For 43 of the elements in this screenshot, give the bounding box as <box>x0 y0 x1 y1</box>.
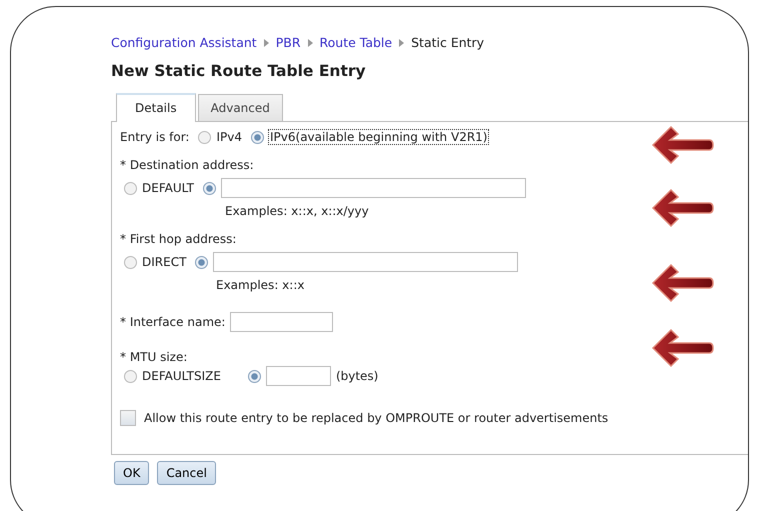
radio-button[interactable] <box>248 370 261 382</box>
arrow-icon <box>651 263 715 303</box>
radio-button[interactable] <box>202 182 216 194</box>
tab[interactable]: Details <box>116 93 196 122</box>
tab[interactable]: Advanced <box>198 94 283 121</box>
radio-label: DEFAULTSIZE <box>142 369 221 383</box>
breadcrumb-link[interactable]: Route Table <box>320 35 392 50</box>
breadcrumb-current: Static Entry <box>411 35 484 50</box>
arrow-icon <box>651 188 715 228</box>
input-field[interactable] <box>213 252 518 272</box>
field-label: Entry is for: <box>120 130 190 144</box>
radio-label: IPv4 <box>216 130 242 144</box>
radio-button[interactable] <box>251 130 264 144</box>
radio-button[interactable] <box>124 256 137 268</box>
breadcrumb-separator-icon <box>399 38 404 46</box>
checkbox[interactable] <box>120 410 136 426</box>
field-label: * MTU size: <box>120 350 188 364</box>
radio-button[interactable] <box>124 370 137 382</box>
radio-label: DIRECT <box>142 255 186 269</box>
checkbox-label: Allow this route entry to be replaced by OMPROUTE or router advertisements <box>144 411 608 425</box>
field-label: * Interface name: <box>120 315 226 329</box>
unit-label: (bytes) <box>336 369 378 383</box>
arrow-icon <box>651 125 715 165</box>
cancel-button[interactable]: Cancel <box>157 461 216 485</box>
hint-text: Examples: x::x, x::x/yyy <box>224 204 370 218</box>
hint-text: Examples: x::x <box>215 278 306 292</box>
ok-button[interactable]: OK <box>114 461 150 485</box>
input-field[interactable] <box>230 312 334 332</box>
radio-button[interactable] <box>198 130 212 144</box>
radio-button[interactable] <box>195 256 208 268</box>
input-field[interactable] <box>220 178 526 198</box>
input-field[interactable] <box>266 366 331 386</box>
breadcrumb-separator-icon <box>264 38 269 46</box>
page-title: New Static Route Table Entry <box>111 62 367 80</box>
radio-button[interactable] <box>124 182 137 194</box>
breadcrumb-link[interactable]: Configuration Assistant <box>111 35 257 50</box>
breadcrumb-link[interactable]: PBR <box>276 35 301 50</box>
field-label: * First hop address: <box>120 232 238 246</box>
arrow-icon <box>651 328 715 368</box>
radio-label: DEFAULT <box>142 181 194 195</box>
field-label: * Destination address: <box>120 158 255 172</box>
breadcrumb-separator-icon <box>308 38 313 46</box>
radio-label: IPv6(available beginning with V2R1) <box>269 130 488 144</box>
